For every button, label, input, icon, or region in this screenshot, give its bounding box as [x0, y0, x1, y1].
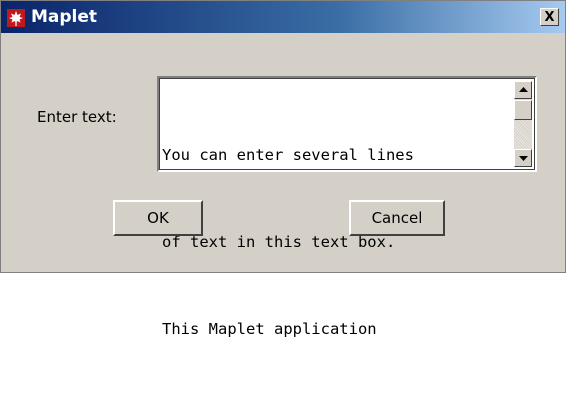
- text-area-content[interactable]: You can enter several lines of text in t…: [162, 83, 512, 402]
- cancel-button[interactable]: Cancel: [349, 200, 445, 236]
- scroll-up-arrow-icon: [518, 87, 528, 92]
- maple-leaf-icon: [7, 9, 25, 27]
- scroll-thumb[interactable]: [514, 100, 532, 120]
- ok-button[interactable]: OK: [113, 200, 203, 236]
- scroll-down-arrow-icon: [518, 156, 528, 161]
- text-area[interactable]: You can enter several lines of text in t…: [157, 76, 537, 338]
- maplet-window: Maplet X Enter text: You can enter sever…: [0, 0, 566, 338]
- scroll-up-button[interactable]: [514, 81, 532, 99]
- text-line: This Maplet application: [162, 320, 377, 338]
- text-line: You can enter several lines: [162, 146, 414, 164]
- enter-text-label: Enter text:: [37, 108, 117, 126]
- window-title: Maplet: [31, 7, 98, 27]
- title-bar[interactable]: Maplet X: [1, 1, 565, 33]
- scroll-down-button[interactable]: [514, 149, 532, 167]
- vertical-scrollbar[interactable]: [514, 81, 532, 167]
- close-icon: X: [544, 9, 555, 25]
- close-button[interactable]: X: [540, 8, 559, 26]
- text-line: of text in this text box.: [162, 233, 396, 251]
